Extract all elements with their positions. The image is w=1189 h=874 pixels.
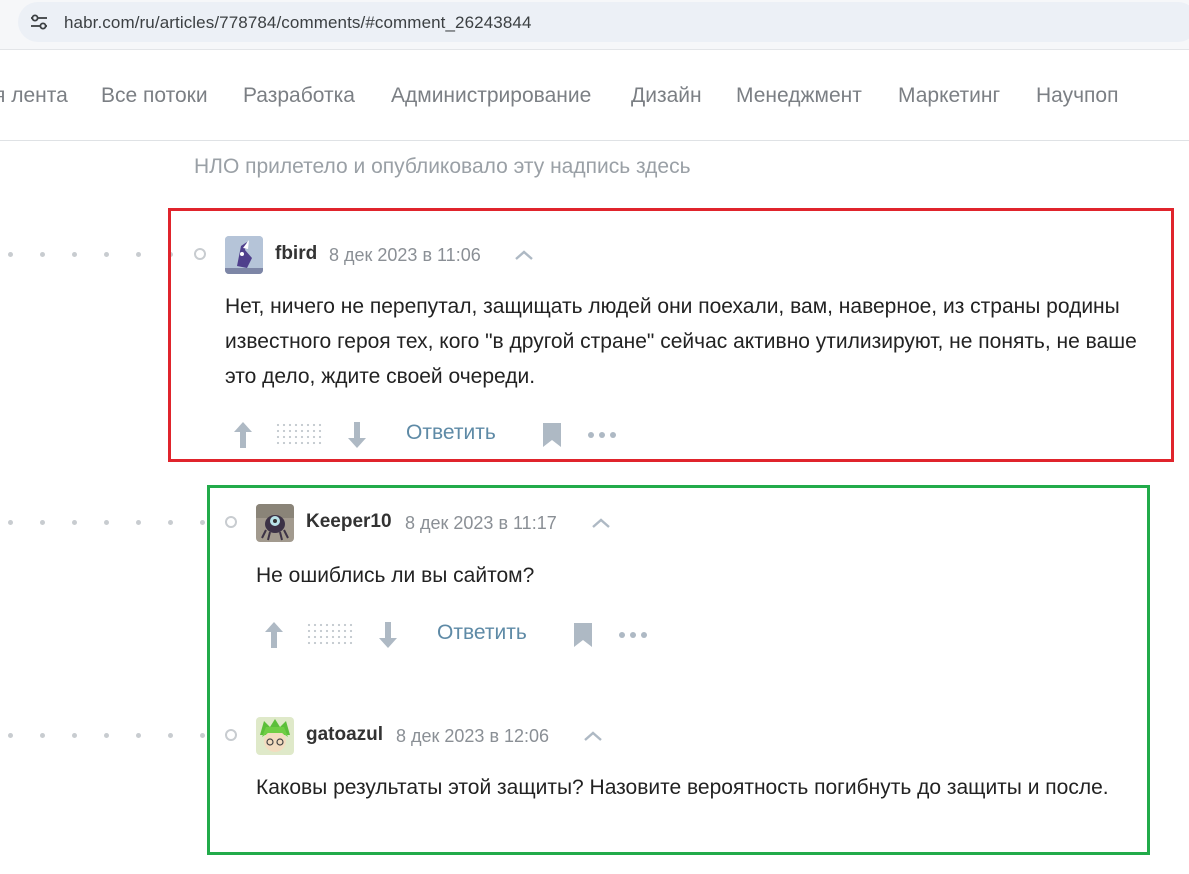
hub-navigation: я лента Все потоки Разработка Администри… (0, 51, 1189, 141)
site-settings-icon[interactable] (28, 11, 50, 33)
nav-item-design[interactable]: Дизайн (631, 84, 702, 108)
thread-indent-dots (8, 733, 208, 739)
nav-item-administration[interactable]: Администрирование (391, 84, 591, 108)
nav-item-development[interactable]: Разработка (243, 84, 355, 108)
highlight-box-red (168, 208, 1174, 462)
thread-indent-dots (8, 252, 178, 258)
thread-indent-dots (8, 520, 208, 526)
nav-item-marketing[interactable]: Маркетинг (898, 84, 1000, 108)
ufo-message: НЛО прилетело и опубликовало эту надпись… (194, 155, 691, 178)
browser-address-bar: habr.com/ru/articles/778784/comments/#co… (0, 0, 1189, 50)
url-text[interactable]: habr.com/ru/articles/778784/comments/#co… (64, 13, 532, 33)
nav-item-my-feed[interactable]: я лента (0, 84, 68, 108)
nav-item-all-streams[interactable]: Все потоки (101, 84, 208, 108)
nav-item-management[interactable]: Менеджмент (736, 84, 862, 108)
nav-item-popular-science[interactable]: Научпоп (1036, 84, 1118, 108)
highlight-box-green (207, 485, 1150, 855)
